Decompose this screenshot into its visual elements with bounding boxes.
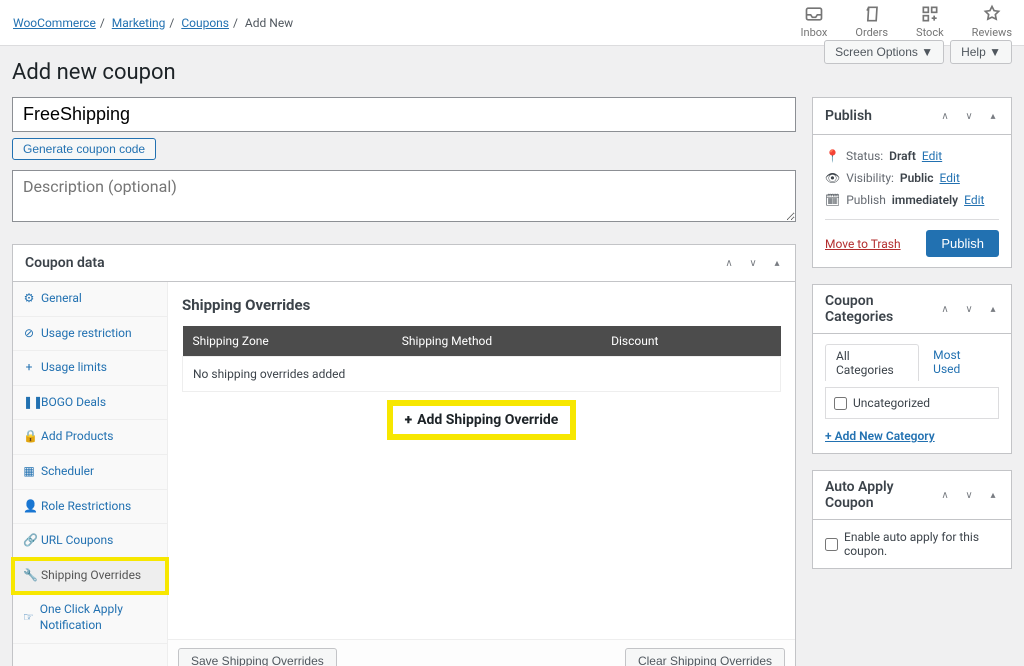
eye-icon: 👁	[825, 171, 840, 185]
clear-shipping-overrides-button[interactable]: Clear Shipping Overrides	[625, 648, 785, 666]
plus-icon: +	[23, 360, 35, 376]
tab-shipping-overrides[interactable]: 🔧Shipping Overrides	[13, 559, 167, 594]
panel-down-icon[interactable]: ∨	[959, 299, 979, 319]
tab-one-click-apply[interactable]: ☞One Click Apply Notification	[13, 593, 167, 643]
gift-icon: ❚❚	[23, 395, 35, 411]
hand-icon: ☞	[23, 610, 34, 626]
panel-up-icon[interactable]: ∧	[935, 299, 955, 319]
coupon-categories-title: Coupon Categories	[825, 293, 935, 325]
coupon-title-input[interactable]	[12, 97, 796, 132]
panel-toggle-icon[interactable]: ▴	[983, 299, 1003, 319]
panel-toggle-icon[interactable]: ▴	[767, 253, 787, 273]
user-icon: 👤	[23, 499, 35, 515]
wrench-icon: 🔧	[23, 568, 35, 584]
edit-publish-date-link[interactable]: Edit	[964, 193, 984, 207]
help-button[interactable]: Help ▼	[950, 40, 1012, 64]
breadcrumb-current: Add New	[245, 16, 293, 30]
tab-most-used[interactable]: Most Used	[923, 344, 999, 381]
calendar-icon: ▦	[23, 464, 35, 480]
add-shipping-override-button[interactable]: + Add Shipping Override	[393, 406, 571, 434]
panel-title: Shipping Overrides	[182, 296, 781, 314]
panel-down-icon[interactable]: ∨	[743, 253, 763, 273]
generate-coupon-code-button[interactable]: Generate coupon code	[12, 138, 156, 160]
panel-toggle-icon[interactable]: ▴	[983, 106, 1003, 126]
wrench-icon: ⚙	[23, 291, 35, 307]
lock-icon: 🔒	[23, 429, 35, 445]
tab-add-products[interactable]: 🔒Add Products	[13, 420, 167, 455]
category-uncategorized[interactable]: Uncategorized	[834, 396, 990, 410]
pin-icon: 📍	[825, 149, 840, 163]
breadcrumb-link[interactable]: WooCommerce	[13, 16, 96, 30]
panel-down-icon[interactable]: ∨	[959, 485, 979, 505]
inbox-icon[interactable]: Inbox	[801, 4, 828, 39]
tab-usage-restriction[interactable]: ⊘Usage restriction	[13, 317, 167, 352]
stock-icon[interactable]: Stock	[916, 4, 944, 39]
th-method: Shipping Method	[392, 326, 601, 357]
edit-status-link[interactable]: Edit	[922, 149, 942, 163]
orders-icon[interactable]: Orders	[855, 4, 888, 39]
table-row: No shipping overrides added	[183, 357, 781, 392]
tab-all-categories[interactable]: All Categories	[825, 344, 919, 381]
plus-icon: +	[405, 412, 412, 428]
save-shipping-overrides-button[interactable]: Save Shipping Overrides	[178, 648, 337, 666]
auto-apply-label[interactable]: Enable auto apply for this coupon.	[825, 530, 999, 558]
tab-usage-limits[interactable]: +Usage limits	[13, 351, 167, 386]
auto-apply-checkbox[interactable]	[825, 538, 838, 551]
tab-url-coupons[interactable]: 🔗URL Coupons	[13, 524, 167, 559]
screen-options-button[interactable]: Screen Options ▼	[824, 40, 944, 64]
link-icon: 🔗	[23, 533, 35, 549]
tab-scheduler[interactable]: ▦Scheduler	[13, 455, 167, 490]
add-new-category-link[interactable]: + Add New Category	[825, 429, 935, 443]
move-to-trash-link[interactable]: Move to Trash	[825, 237, 901, 251]
ban-icon: ⊘	[23, 326, 35, 342]
breadcrumb: WooCommerce/ Marketing/ Coupons/ Add New	[13, 0, 293, 30]
publish-title: Publish	[825, 108, 872, 124]
breadcrumb-link[interactable]: Coupons	[181, 16, 229, 30]
tab-role-restrictions[interactable]: 👤Role Restrictions	[13, 490, 167, 525]
tab-general[interactable]: ⚙General	[13, 282, 167, 317]
calendar-icon: 🗓	[825, 193, 840, 207]
category-checkbox[interactable]	[834, 397, 847, 410]
shipping-overrides-table: Shipping Zone Shipping Method Discount N…	[182, 326, 781, 392]
panel-up-icon[interactable]: ∧	[935, 106, 955, 126]
panel-down-icon[interactable]: ∨	[959, 106, 979, 126]
tab-bogo-deals[interactable]: ❚❚BOGO Deals	[13, 386, 167, 421]
th-discount: Discount	[601, 326, 780, 357]
edit-visibility-link[interactable]: Edit	[940, 171, 960, 185]
th-zone: Shipping Zone	[183, 326, 392, 357]
panel-up-icon[interactable]: ∧	[935, 485, 955, 505]
auto-apply-title: Auto Apply Coupon	[825, 479, 935, 511]
panel-toggle-icon[interactable]: ▴	[983, 485, 1003, 505]
publish-button[interactable]: Publish	[926, 230, 999, 257]
coupon-description-textarea[interactable]	[12, 170, 796, 222]
coupon-data-title: Coupon data	[25, 255, 105, 271]
panel-up-icon[interactable]: ∧	[719, 253, 739, 273]
reviews-icon[interactable]: Reviews	[972, 4, 1012, 39]
breadcrumb-link[interactable]: Marketing	[112, 16, 166, 30]
